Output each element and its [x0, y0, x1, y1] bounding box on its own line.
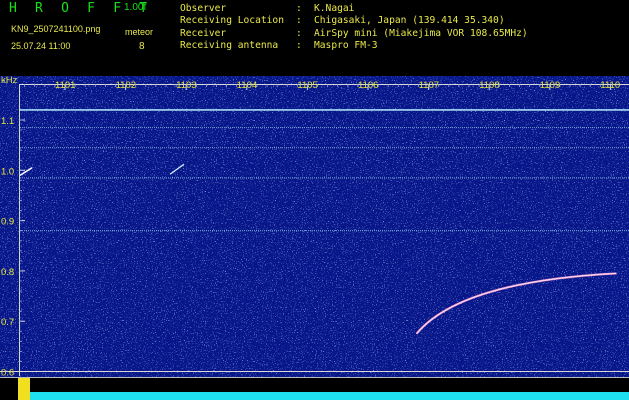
- header-panel: H R O F F T 1.00f KN9_2507241100.png 25.…: [0, 0, 629, 76]
- y-tick-label: 0.8: [1, 267, 14, 278]
- spectrum-fill: [30, 392, 629, 400]
- info-row-observer: Observer: K.Nagai: [180, 3, 355, 14]
- y-tick-label: 1.0: [1, 166, 14, 177]
- y-tick-label: 0.9: [1, 217, 14, 228]
- waterfall-plot: 1.1 1.0 0.9 0.8 0.7 0.6 1101 1102 1103 1104 1105 11…: [0, 76, 629, 400]
- station-info: Observer: K.Nagai Receiving Location: Chig…: [180, 3, 528, 52]
- filename-label: KN9_2507241100.png: [11, 24, 101, 34]
- waterfall-noise: [0, 76, 629, 400]
- info-row-receiver: Receiver: AirSpy mini (Miakejima VOR 108.…: [180, 27, 528, 39]
- datetime-label: 25.07.24 11:00: [11, 41, 71, 51]
- y-tick-label: 1.1: [1, 116, 14, 127]
- x-tick-label: 1110: [600, 80, 620, 91]
- info-row-antenna: Receiving antenna: Maspro FM-3: [180, 39, 378, 51]
- meteor-count: 8: [139, 41, 145, 52]
- version-label: 1.00f: [124, 2, 147, 13]
- y-tick-label: 0.7: [1, 317, 14, 328]
- meteor-label: meteor: [125, 27, 154, 37]
- spectrum-peak: [18, 378, 30, 400]
- y-tick-label: 0.6: [1, 368, 14, 379]
- info-row-location: Receiving Location: Chigasaki, Japan (139…: [180, 15, 505, 27]
- y-unit-label: kHz: [1, 76, 18, 86]
